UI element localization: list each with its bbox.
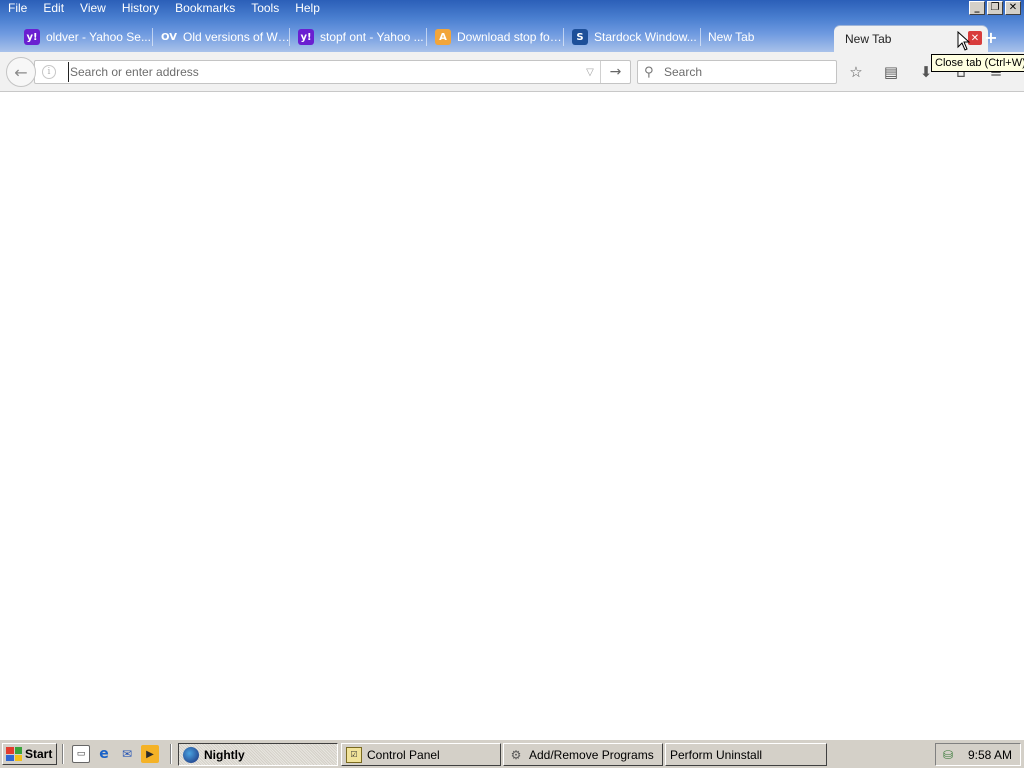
clock[interactable]: 9:58 AM <box>968 748 1012 762</box>
tab-oldver-yahoo[interactable]: y! oldver - Yahoo Se... <box>16 24 153 50</box>
go-button[interactable]: → <box>600 61 630 83</box>
system-tray: ⛁ 9:58 AM <box>935 743 1021 766</box>
site-info-icon[interactable]: i <box>42 65 56 79</box>
menu-bar: File Edit View History Bookmarks Tools H… <box>0 0 960 16</box>
taskbar-separator <box>170 744 172 764</box>
search-input[interactable] <box>664 62 836 82</box>
task-label: Nightly <box>204 747 245 762</box>
restore-button[interactable]: ❐ <box>987 1 1003 15</box>
search-icon: ⚲ <box>644 64 654 80</box>
start-button[interactable]: Start <box>2 743 57 765</box>
show-desktop-icon[interactable]: ▭ <box>72 745 90 763</box>
reading-list-icon[interactable]: ▤ <box>881 62 901 82</box>
tab-label: New Tab <box>845 32 892 46</box>
task-label: Control Panel <box>367 747 440 762</box>
tab-strip: y! oldver - Yahoo Se... OV Old versions … <box>16 24 1016 52</box>
bookmark-star-icon[interactable]: ☆ <box>846 62 866 82</box>
search-bar[interactable]: ⚲ <box>637 60 837 84</box>
history-dropdown-icon[interactable]: ▽ <box>580 67 600 78</box>
new-tab-button[interactable]: + <box>982 28 1000 47</box>
url-input[interactable] <box>68 62 580 82</box>
tab-label: Old versions of Wi... <box>183 30 290 44</box>
taskbar-button-control-panel[interactable]: ☑ Control Panel <box>341 743 501 766</box>
oldversion-icon: OV <box>161 31 177 43</box>
network-icon[interactable]: ⛁ <box>940 747 956 763</box>
tab-label: stopf ont - Yahoo ... <box>320 30 424 44</box>
add-remove-programs-icon: ⚙ <box>510 747 522 762</box>
tab-label: Download stop fon... <box>457 30 564 44</box>
menu-file[interactable]: File <box>0 0 35 16</box>
tab-label: Stardock Window... <box>594 30 697 44</box>
tab-new-tab-inactive[interactable]: New Tab <box>701 24 838 50</box>
close-tab-tooltip: Close tab (Ctrl+W) <box>931 54 1024 72</box>
windows-taskbar: Start ▭ e ✉ ▶ Nightly ☑ Control Panel ⚙ … <box>0 739 1024 768</box>
task-label: Perform Uninstall <box>670 747 763 762</box>
windows-logo-icon <box>6 747 22 761</box>
tab-label: oldver - Yahoo Se... <box>46 30 151 44</box>
taskbar-button-perform-uninstall[interactable]: Perform Uninstall <box>665 743 827 766</box>
menu-bookmarks[interactable]: Bookmarks <box>167 0 243 16</box>
menu-edit[interactable]: Edit <box>35 0 72 16</box>
quick-launch: ▭ e ✉ ▶ <box>72 745 159 763</box>
media-player-icon[interactable]: ▶ <box>141 745 159 763</box>
taskbar-button-add-remove-programs[interactable]: ⚙ Add/Remove Programs <box>503 743 663 766</box>
tab-label: New Tab <box>708 30 755 44</box>
menu-view[interactable]: View <box>72 0 114 16</box>
yahoo-icon: y! <box>24 29 40 45</box>
control-panel-icon: ☑ <box>346 746 362 763</box>
mouse-cursor-icon <box>957 31 971 51</box>
task-label: Add/Remove Programs <box>529 747 654 762</box>
nightly-icon <box>183 746 199 763</box>
outlook-express-icon[interactable]: ✉ <box>118 745 136 763</box>
tab-download-stop-font[interactable]: A Download stop fon... <box>427 24 564 50</box>
tab-stardock[interactable]: S Stardock Window... <box>564 24 701 50</box>
menu-history[interactable]: History <box>114 0 167 16</box>
window-controls: _ ❐ ✕ <box>969 1 1021 15</box>
url-bar[interactable]: i ▽ → <box>34 60 631 84</box>
internet-explorer-icon[interactable]: e <box>95 745 113 763</box>
taskbar-separator <box>62 744 64 764</box>
browser-titlebar: File Edit View History Bookmarks Tools H… <box>0 0 1024 52</box>
stardock-icon: S <box>572 29 588 45</box>
yahoo-icon: y! <box>298 29 314 45</box>
menu-help[interactable]: Help <box>287 0 328 16</box>
minimize-button[interactable]: _ <box>969 1 985 15</box>
close-window-button[interactable]: ✕ <box>1005 1 1021 15</box>
navigation-toolbar: i ▽ → ← ⚲ ☆ ▤ ⬇ ⌂ ≡ <box>0 52 1024 92</box>
page-content <box>0 93 1024 739</box>
font-site-icon: A <box>435 29 451 45</box>
taskbar-button-nightly[interactable]: Nightly <box>178 743 338 766</box>
tab-stopfont-yahoo[interactable]: y! stopf ont - Yahoo ... <box>290 24 427 50</box>
tab-old-versions[interactable]: OV Old versions of Wi... <box>153 24 290 50</box>
menu-tools[interactable]: Tools <box>243 0 287 16</box>
back-button[interactable]: ← <box>6 57 36 87</box>
start-label: Start <box>25 747 53 761</box>
